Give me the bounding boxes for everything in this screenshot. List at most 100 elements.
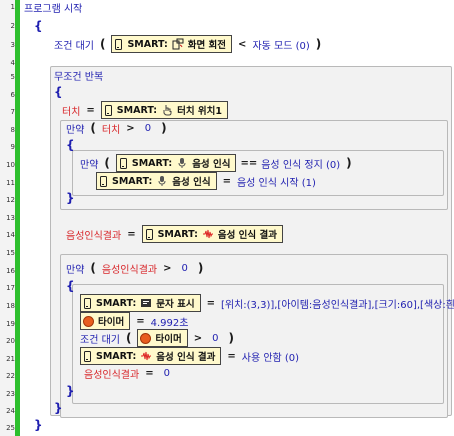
paren-close: ) [315,37,322,51]
paren-close: ) [228,331,234,345]
brace-close: } [66,384,75,398]
brace-close: } [54,401,63,415]
line-number: 11 [6,179,15,187]
wait-keyword: 조건 대기 [80,334,120,346]
text-display-row[interactable]: SMART: 문자 표시 = [위치:(3,3)],[아이템:음성인식결과],[… [80,293,454,313]
line-number: 8 [10,126,15,134]
code-row[interactable]: } [66,188,75,208]
timer-icon [83,315,94,327]
assign-operator: = [222,175,231,187]
screen-rotate-icon [172,38,184,50]
brace-close: } [66,191,75,205]
timer-icon [140,332,152,344]
code-row[interactable]: } [54,398,63,418]
lt-operator: < [238,38,247,50]
smart-touch-block[interactable]: SMART: 터치 위치1 [100,101,228,119]
code-row[interactable]: } [66,381,75,401]
timer-block[interactable]: 타이머 [137,329,188,347]
device-prefix: SMART: [116,104,158,116]
program-start-label: 프로그램 시작 [24,3,83,15]
wait-rotate-row[interactable]: 조건 대기 ( SMART: 화면 회전 < 자동 모드 (0) ) [54,34,327,54]
smart-speech-block[interactable]: SMART: 음성 인식 [96,172,217,190]
speech-result-variable: 음성인식결과 [66,230,122,242]
unused-value: 사용 안함 (0) [241,352,300,364]
touch-variable: 터치 [62,106,81,118]
line-number: 15 [6,249,15,257]
speech-label: 음성 인식 [172,177,211,188]
microphone-icon [156,175,168,187]
code-row[interactable]: { [66,276,75,296]
smartphone-icon [104,104,112,116]
code-row[interactable]: { [66,135,75,155]
line-number: 17 [6,284,15,292]
speech-start-row[interactable]: SMART: 음성 인식 = 음성 인식 시작 (1) [96,171,316,191]
smart-speech-result-block[interactable]: SMART: 음성 인식 결과 [141,225,283,243]
code-row[interactable]: { [34,16,43,36]
if-speech-stop-row[interactable]: 만약 ( SMART: 음성 인식 == 음성 인식 정지 (0) ) [80,153,358,173]
speech-result-assign-row[interactable]: 음성인식결과 = SMART: 음성 인식 결과 [66,224,283,244]
speech-label: 음성 인식 [192,159,231,170]
device-prefix: SMART: [96,297,137,309]
if-touch-row[interactable]: 만약 ( 터치 > 0 ) [66,118,173,138]
zero-value: 0 [212,332,219,344]
touch-hand-icon [161,104,173,116]
microphone-icon [176,157,188,169]
line-number: 10 [6,161,15,169]
line-number: 5 [10,73,15,81]
paren-close: ) [161,121,167,135]
code-row[interactable]: { [54,82,63,102]
line-number: 6 [10,91,15,99]
paren-open: ( [99,37,106,51]
line-number: 20 [6,337,15,345]
timer-label: 타이머 [155,334,182,345]
line-number: 21 [6,355,15,363]
smart-speech-block[interactable]: SMART: 음성 인식 [115,154,237,172]
line-number: 13 [6,214,15,222]
timer-label: 타이머 [98,317,125,328]
line-number: 25 [6,424,15,432]
timer-value: 4.992초 [150,317,189,329]
if-speech-row[interactable]: 만약 ( 음성인식결과 > 0 ) [66,258,209,278]
code-row[interactable]: } [34,415,43,435]
if-keyword: 만약 [80,159,99,171]
smart-text-display-block[interactable]: SMART: 문자 표시 [80,294,201,312]
line-number: 19 [6,320,15,328]
assign-operator: = [86,104,95,116]
paren-open: ( [125,331,132,345]
program-start-row[interactable]: 프로그램 시작 [24,0,82,17]
gt-operator: > [163,262,172,274]
paren-close: ) [346,156,352,170]
speech-result-zero-row[interactable]: 음성인식결과 = 0 [84,363,174,383]
assign-operator: = [136,315,145,327]
line-number: 9 [10,143,15,151]
smartphone-icon [115,38,123,50]
line-number: 18 [6,302,15,310]
line-number: 16 [6,267,15,275]
line-number: 4 [10,59,15,67]
auto-mode-value: 자동 모드 (0) [252,40,310,52]
voice-wave-icon [140,350,152,362]
paren-open: ( [90,261,96,275]
zero-value: 0 [144,122,152,134]
device-prefix: SMART: [112,175,153,187]
smartphone-icon [119,157,127,169]
line-number: 2 [10,22,15,30]
code-editor: 프로그램 시작 { 조건 대기 ( SMART: 화면 회전 < 자동 모드 (… [22,0,454,436]
smartphone-icon [100,175,107,187]
assign-operator: = [145,367,154,379]
line-number: 23 [6,390,15,398]
device-prefix: SMART: [96,350,137,362]
zero-value: 0 [163,367,170,379]
assign-operator: = [127,228,136,240]
device-prefix: SMART: [127,38,168,50]
if-keyword: 만약 [66,124,85,136]
smart-rotate-block[interactable]: SMART: 화면 회전 [111,35,233,53]
speech-result-variable: 음성인식결과 [101,264,158,276]
wait-timer-row[interactable]: 조건 대기 ( 타이머 > 0 ) [80,328,240,348]
smartphone-icon [84,350,91,362]
touch-assign-row[interactable]: 터치 = SMART: 터치 위치1 [62,100,228,120]
smartphone-icon [145,228,153,240]
eqeq-operator: == [240,157,258,169]
touch-pos-label: 터치 위치1 [177,106,222,117]
speech-result-label: 음성 인식 결과 [156,352,216,363]
